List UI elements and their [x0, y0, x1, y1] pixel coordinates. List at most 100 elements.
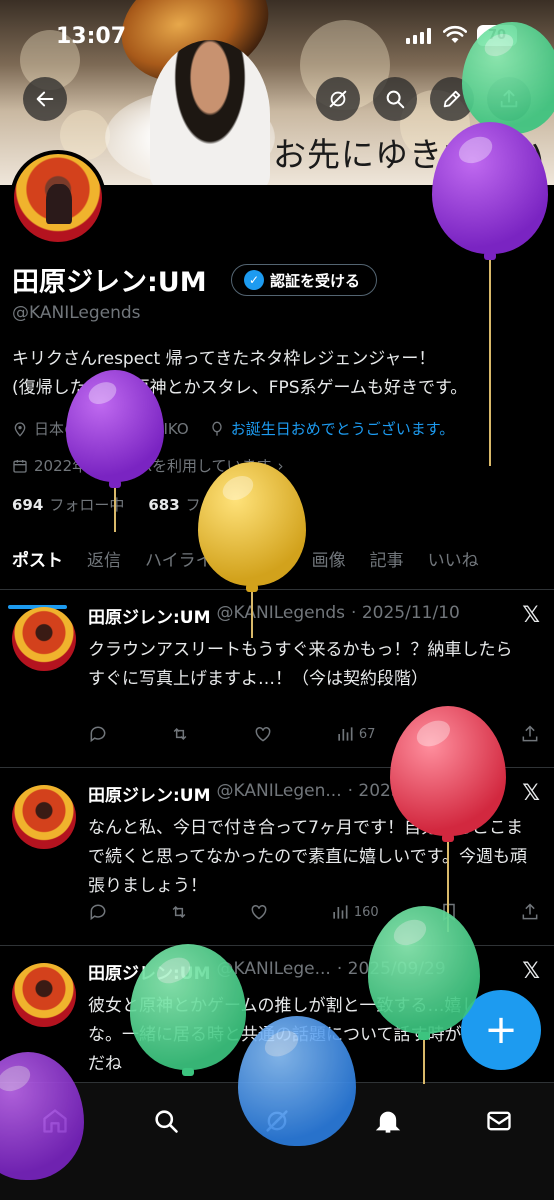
nav-search[interactable]	[146, 1101, 186, 1141]
get-verified-button[interactable]: ✓ 認証を受ける	[231, 264, 378, 296]
tab-highlights[interactable]: ハイライト	[133, 538, 242, 589]
post-avatar[interactable]	[12, 607, 76, 671]
back-button[interactable]	[23, 77, 67, 121]
views-count: 67	[358, 726, 376, 742]
birthday-link[interactable]: お誕生日おめでとうございます。	[231, 418, 455, 439]
post-author-handle: @KANILegen...	[216, 781, 342, 801]
messages-icon	[486, 1111, 511, 1131]
followers-count: 683	[148, 496, 180, 514]
notifications-icon	[375, 1111, 400, 1133]
nav-grok[interactable]	[257, 1101, 297, 1141]
search-button[interactable]	[373, 77, 417, 121]
edit-icon	[443, 90, 461, 108]
search-icon	[155, 1110, 178, 1133]
get-verified-label: 認証を受ける	[270, 271, 361, 290]
post-avatar[interactable]	[12, 785, 76, 849]
profile-handle: @KANILegends	[12, 303, 141, 323]
post-author-handle: @KANILege...	[216, 959, 331, 979]
profile-avatar[interactable]	[10, 150, 106, 246]
back-arrow-icon	[36, 91, 54, 107]
bio-line-2: (復帰しただけ) 原神とかスタレ、FPS系ゲームも好きです。	[12, 378, 468, 398]
grok-button[interactable]	[316, 77, 360, 121]
tab-images[interactable]: 画像	[300, 538, 358, 589]
nav-notifications[interactable]	[368, 1101, 408, 1141]
post-date: · 2025/10/14	[347, 781, 457, 801]
banner-overlay-text: お先にゆきなさい	[273, 135, 545, 174]
heart-icon	[251, 904, 267, 920]
followers-label: フォロワー	[185, 496, 261, 514]
post-header: 田原ジレン:UM @KANILegen... · 2025/10/14	[88, 781, 456, 806]
reply-button[interactable]	[88, 724, 108, 744]
profile-location: 日本の最高到達点EIKO	[34, 420, 189, 438]
bottom-navigation	[0, 1082, 554, 1200]
views-icon	[338, 727, 353, 741]
x-logo-icon[interactable]: 𝕏	[522, 959, 540, 984]
share-button[interactable]	[487, 77, 531, 121]
nav-messages[interactable]	[479, 1101, 519, 1141]
bookmark-button[interactable]	[438, 724, 458, 744]
wifi-icon	[443, 25, 467, 43]
like-button[interactable]	[249, 902, 269, 922]
joined-row[interactable]: 2022年4月からXを利用しています ›	[12, 455, 284, 476]
following-count: 694	[12, 496, 44, 514]
post-share-button[interactable]	[520, 724, 540, 744]
x-logo-icon[interactable]: 𝕏	[522, 603, 540, 628]
post-item[interactable]: 田原ジレン:UM @KANILegends · 2025/11/10 𝕏 クラウ…	[0, 591, 554, 768]
calendar-icon	[13, 459, 27, 473]
repost-icon	[172, 905, 185, 919]
views-icon	[333, 905, 348, 919]
repost-button[interactable]	[170, 724, 190, 744]
verified-badge-icon: ✓	[244, 270, 264, 290]
share-icon	[500, 89, 518, 108]
edit-button[interactable]	[430, 77, 474, 121]
search-icon	[386, 90, 405, 109]
x-logo-icon[interactable]: 𝕏	[522, 781, 540, 806]
signal-icon	[406, 28, 431, 44]
bookmark-icon	[443, 903, 456, 921]
follow-stats: 694 フォロー中 683 フォロワー	[12, 494, 261, 515]
profile-bio: キリクさんrespect 帰ってきたネタ枠レジェンジャー！ (復帰しただけ) 原…	[12, 345, 542, 403]
profile-meta-row: 日本の最高到達点EIKO お誕生日おめでとうございます。	[12, 418, 454, 439]
home-icon	[43, 1109, 68, 1133]
post-item[interactable]: 田原ジレン:UM @KANILegen... · 2025/10/14 𝕏 なん…	[0, 769, 554, 946]
following-link[interactable]: 694 フォロー中	[12, 494, 124, 515]
post-header: 田原ジレン:UM @KANILege... · 2025/09/29	[88, 959, 446, 984]
balloon-icon	[212, 421, 222, 436]
chevron-right-icon: ›	[277, 456, 284, 475]
post-avatar[interactable]	[12, 963, 76, 1027]
post-date: · 2025/09/29	[336, 959, 446, 979]
tab-replies[interactable]: 返信	[75, 538, 133, 589]
tab-posts[interactable]: ポスト	[0, 538, 75, 609]
grok-icon	[329, 90, 347, 108]
tab-videos[interactable]: 動画	[242, 538, 300, 589]
like-button[interactable]	[253, 724, 273, 744]
status-bar: 13:07 70	[0, 0, 554, 70]
compose-post-button[interactable]: +	[461, 990, 541, 1070]
bookmark-button[interactable]	[439, 902, 459, 922]
post-author-handle: @KANILegends	[216, 603, 346, 623]
grok-icon	[266, 1110, 288, 1132]
status-time: 13:07	[56, 24, 127, 49]
reply-icon	[90, 904, 106, 921]
views-button[interactable]: 67	[335, 724, 376, 744]
post-actions: 67	[88, 724, 540, 744]
nav-home[interactable]	[35, 1101, 75, 1141]
repost-button[interactable]	[169, 902, 189, 922]
tab-articles[interactable]: 記事	[358, 538, 416, 589]
battery-indicator: 70	[477, 25, 517, 46]
bookmark-icon	[441, 725, 454, 743]
post-author-name: 田原ジレン:UM	[88, 786, 211, 806]
share-icon	[522, 725, 538, 742]
profile-name: 田原ジレン:UM	[12, 267, 207, 298]
location-icon	[14, 421, 26, 437]
repost-icon	[173, 727, 187, 741]
tab-likes[interactable]: いいね	[416, 538, 491, 589]
bio-line-1: キリクさんrespect 帰ってきたネタ枠レジェンジャー！	[12, 349, 436, 369]
heart-icon	[255, 726, 270, 742]
reply-button[interactable]	[88, 902, 108, 922]
views-button[interactable]: 160	[330, 902, 379, 922]
post-author-name: 田原ジレン:UM	[88, 964, 211, 984]
followers-link[interactable]: 683 フォロワー	[148, 494, 260, 515]
post-share-button[interactable]	[520, 902, 540, 922]
views-count: 160	[353, 904, 379, 920]
